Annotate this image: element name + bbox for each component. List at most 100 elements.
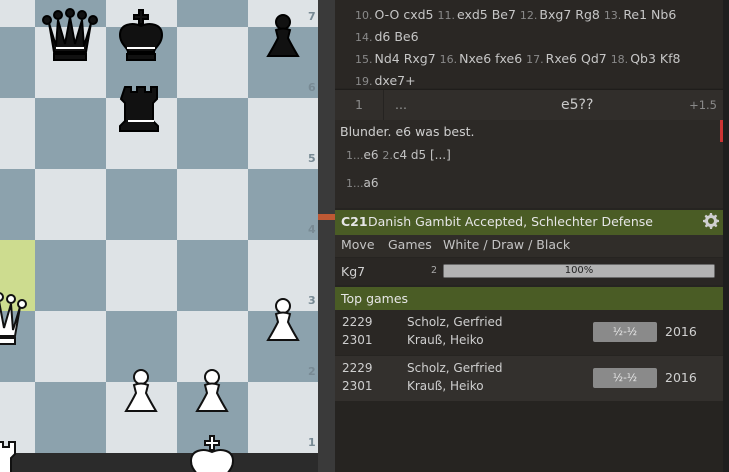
top-games-header: Top games	[335, 287, 723, 310]
rank-label-6: 6	[308, 81, 316, 94]
move[interactable]: Qb3 Kf8	[630, 51, 680, 66]
variation-move[interactable]: a6	[364, 176, 379, 190]
black-king-c7[interactable]	[112, 8, 170, 66]
move-number: 15.	[355, 53, 373, 66]
black-player: Krauß, Heiko	[407, 333, 484, 347]
move[interactable]: Nd4 Rxg7	[375, 51, 440, 66]
square-c3[interactable]	[106, 240, 177, 311]
white-pawn-d2[interactable]	[183, 363, 241, 421]
square-a5[interactable]	[0, 98, 35, 169]
move-number: 13.	[603, 9, 622, 22]
variation-move[interactable]: c4 d5	[393, 148, 426, 162]
square-d3[interactable]	[177, 240, 248, 311]
white-pawn-e3[interactable]	[254, 292, 312, 350]
white-player: Scholz, Gerfried	[407, 315, 503, 329]
variation-index: 1	[335, 90, 384, 120]
eco-code: C21	[341, 214, 368, 229]
column-games[interactable]: Games	[388, 237, 432, 252]
game-year: 2016	[665, 324, 697, 339]
resize-grip[interactable]	[318, 214, 335, 220]
variation-line-2[interactable]: 1...a6	[346, 176, 379, 190]
variation-move[interactable]: e6	[364, 148, 379, 162]
square-a6[interactable]	[0, 27, 35, 98]
column-results[interactable]: White / Draw / Black	[443, 237, 570, 252]
analysis-panel: 10. O-O cxd5 11. exd5 Be7 12. Bxg7 Rg8 13. R…	[335, 0, 723, 472]
top-game-row[interactable]: 2229 2301 Scholz, Gerfried Krauß, Heiko …	[335, 310, 723, 355]
move-number: 1...	[346, 177, 364, 190]
move-number: 17.	[526, 53, 544, 66]
black-rook-c6[interactable]	[112, 79, 170, 137]
variation-dots: ...	[395, 97, 407, 112]
black-elo: 2301	[342, 333, 373, 347]
square-b4[interactable]	[35, 169, 106, 240]
result-percent: 100%	[564, 265, 594, 276]
game-year: 2016	[665, 370, 697, 385]
move-number: 16.	[439, 53, 458, 66]
explorer-columns: Move Games White / Draw / Black	[335, 235, 723, 257]
board-resize-handle[interactable]	[318, 0, 335, 472]
move-number: 11.	[437, 9, 456, 22]
move[interactable]: O-O cxd5	[375, 7, 438, 22]
square-a4[interactable]	[0, 169, 35, 240]
comment-text: Blunder. e6 was best.	[340, 124, 475, 139]
black-pawn-e7[interactable]	[254, 8, 312, 66]
game-result: ½-½	[593, 368, 657, 388]
move-number: 10.	[355, 9, 373, 22]
move[interactable]: Nxe6 fxe6	[459, 51, 526, 66]
white-player: Scholz, Gerfried	[407, 361, 503, 375]
rank-label-1: 1	[308, 436, 316, 449]
white-elo: 2229	[342, 315, 373, 329]
move[interactable]: d6 Be6	[375, 29, 419, 44]
move-number: 14.	[355, 31, 373, 44]
move-line: 15. Nd4 Rxg7 16. Nxe6 fxe6 17. Rxe6 Qd7 18.…	[355, 48, 715, 92]
square-c4[interactable]	[106, 169, 177, 240]
top-game-row[interactable]: 2229 2301 Scholz, Gerfried Krauß, Heiko …	[335, 356, 723, 401]
white-king-d1[interactable]	[183, 434, 241, 472]
blunder-move[interactable]: e5??	[561, 90, 593, 120]
black-queen-b7[interactable]	[41, 8, 99, 66]
move-number: 12.	[519, 9, 538, 22]
rank-label-2: 2	[308, 365, 316, 378]
square-d5[interactable]	[177, 98, 248, 169]
opening-name: Danish Gambit Accepted, Schlechter Defen…	[368, 214, 653, 229]
variation-row[interactable]: 1 ... e5?? +1.5	[335, 89, 723, 121]
top-games-label: Top games	[341, 291, 409, 306]
explorer-move[interactable]: Kg7	[341, 264, 365, 279]
square-d6[interactable]	[177, 27, 248, 98]
move[interactable]: Re1 Nb6	[623, 7, 676, 22]
result-bar: 100%	[443, 264, 715, 278]
white-pawn-c2[interactable]	[112, 363, 170, 421]
rank-label-4: 4	[308, 223, 316, 236]
black-player: Krauß, Heiko	[407, 379, 484, 393]
square-b2[interactable]	[35, 311, 106, 382]
annotation-comment: Blunder. e6 was best. 1...e6 2.c4 d5 [..…	[335, 120, 723, 208]
black-elo: 2301	[342, 379, 373, 393]
chess-board[interactable]: 7654321	[0, 0, 318, 472]
expand-variation[interactable]: [...]	[430, 148, 451, 162]
white-elo: 2229	[342, 361, 373, 375]
move[interactable]: Bxg7 Rg8	[539, 7, 603, 22]
square-d7[interactable]	[177, 0, 248, 27]
square-b5[interactable]	[35, 98, 106, 169]
rank-label-5: 5	[308, 152, 316, 165]
white-rook-a1[interactable]	[0, 434, 28, 472]
variation-line-1[interactable]: 1...e6 2.c4 d5 [...]	[346, 148, 451, 162]
move-number: 2.	[382, 149, 393, 162]
move-number: 18.	[610, 53, 629, 66]
move-list: 10. O-O cxd5 11. exd5 Be7 12. Bxg7 Rg8 13. R…	[335, 0, 723, 154]
move[interactable]: exd5 Be7	[457, 7, 520, 22]
white-queen-a3[interactable]	[0, 292, 28, 350]
opening-explorer-header: C21 Danish Gambit Accepted, Schlechter D…	[335, 210, 723, 235]
explorer-move-row[interactable]: Kg7 2 100%	[335, 258, 723, 285]
square-b1[interactable]	[35, 382, 106, 453]
move-line: 10. O-O cxd5 11. exd5 Be7 12. Bxg7 Rg8 13. R…	[355, 4, 715, 48]
panel-scrollbar[interactable]	[723, 0, 729, 472]
move[interactable]: dxe7+	[375, 73, 416, 88]
move[interactable]: Rxe6 Qd7	[546, 51, 611, 66]
move-number: 19.	[355, 75, 373, 88]
square-a7[interactable]	[0, 0, 35, 27]
square-d4[interactable]	[177, 169, 248, 240]
gear-icon[interactable]	[703, 213, 719, 229]
column-move[interactable]: Move	[341, 237, 375, 252]
square-b3[interactable]	[35, 240, 106, 311]
